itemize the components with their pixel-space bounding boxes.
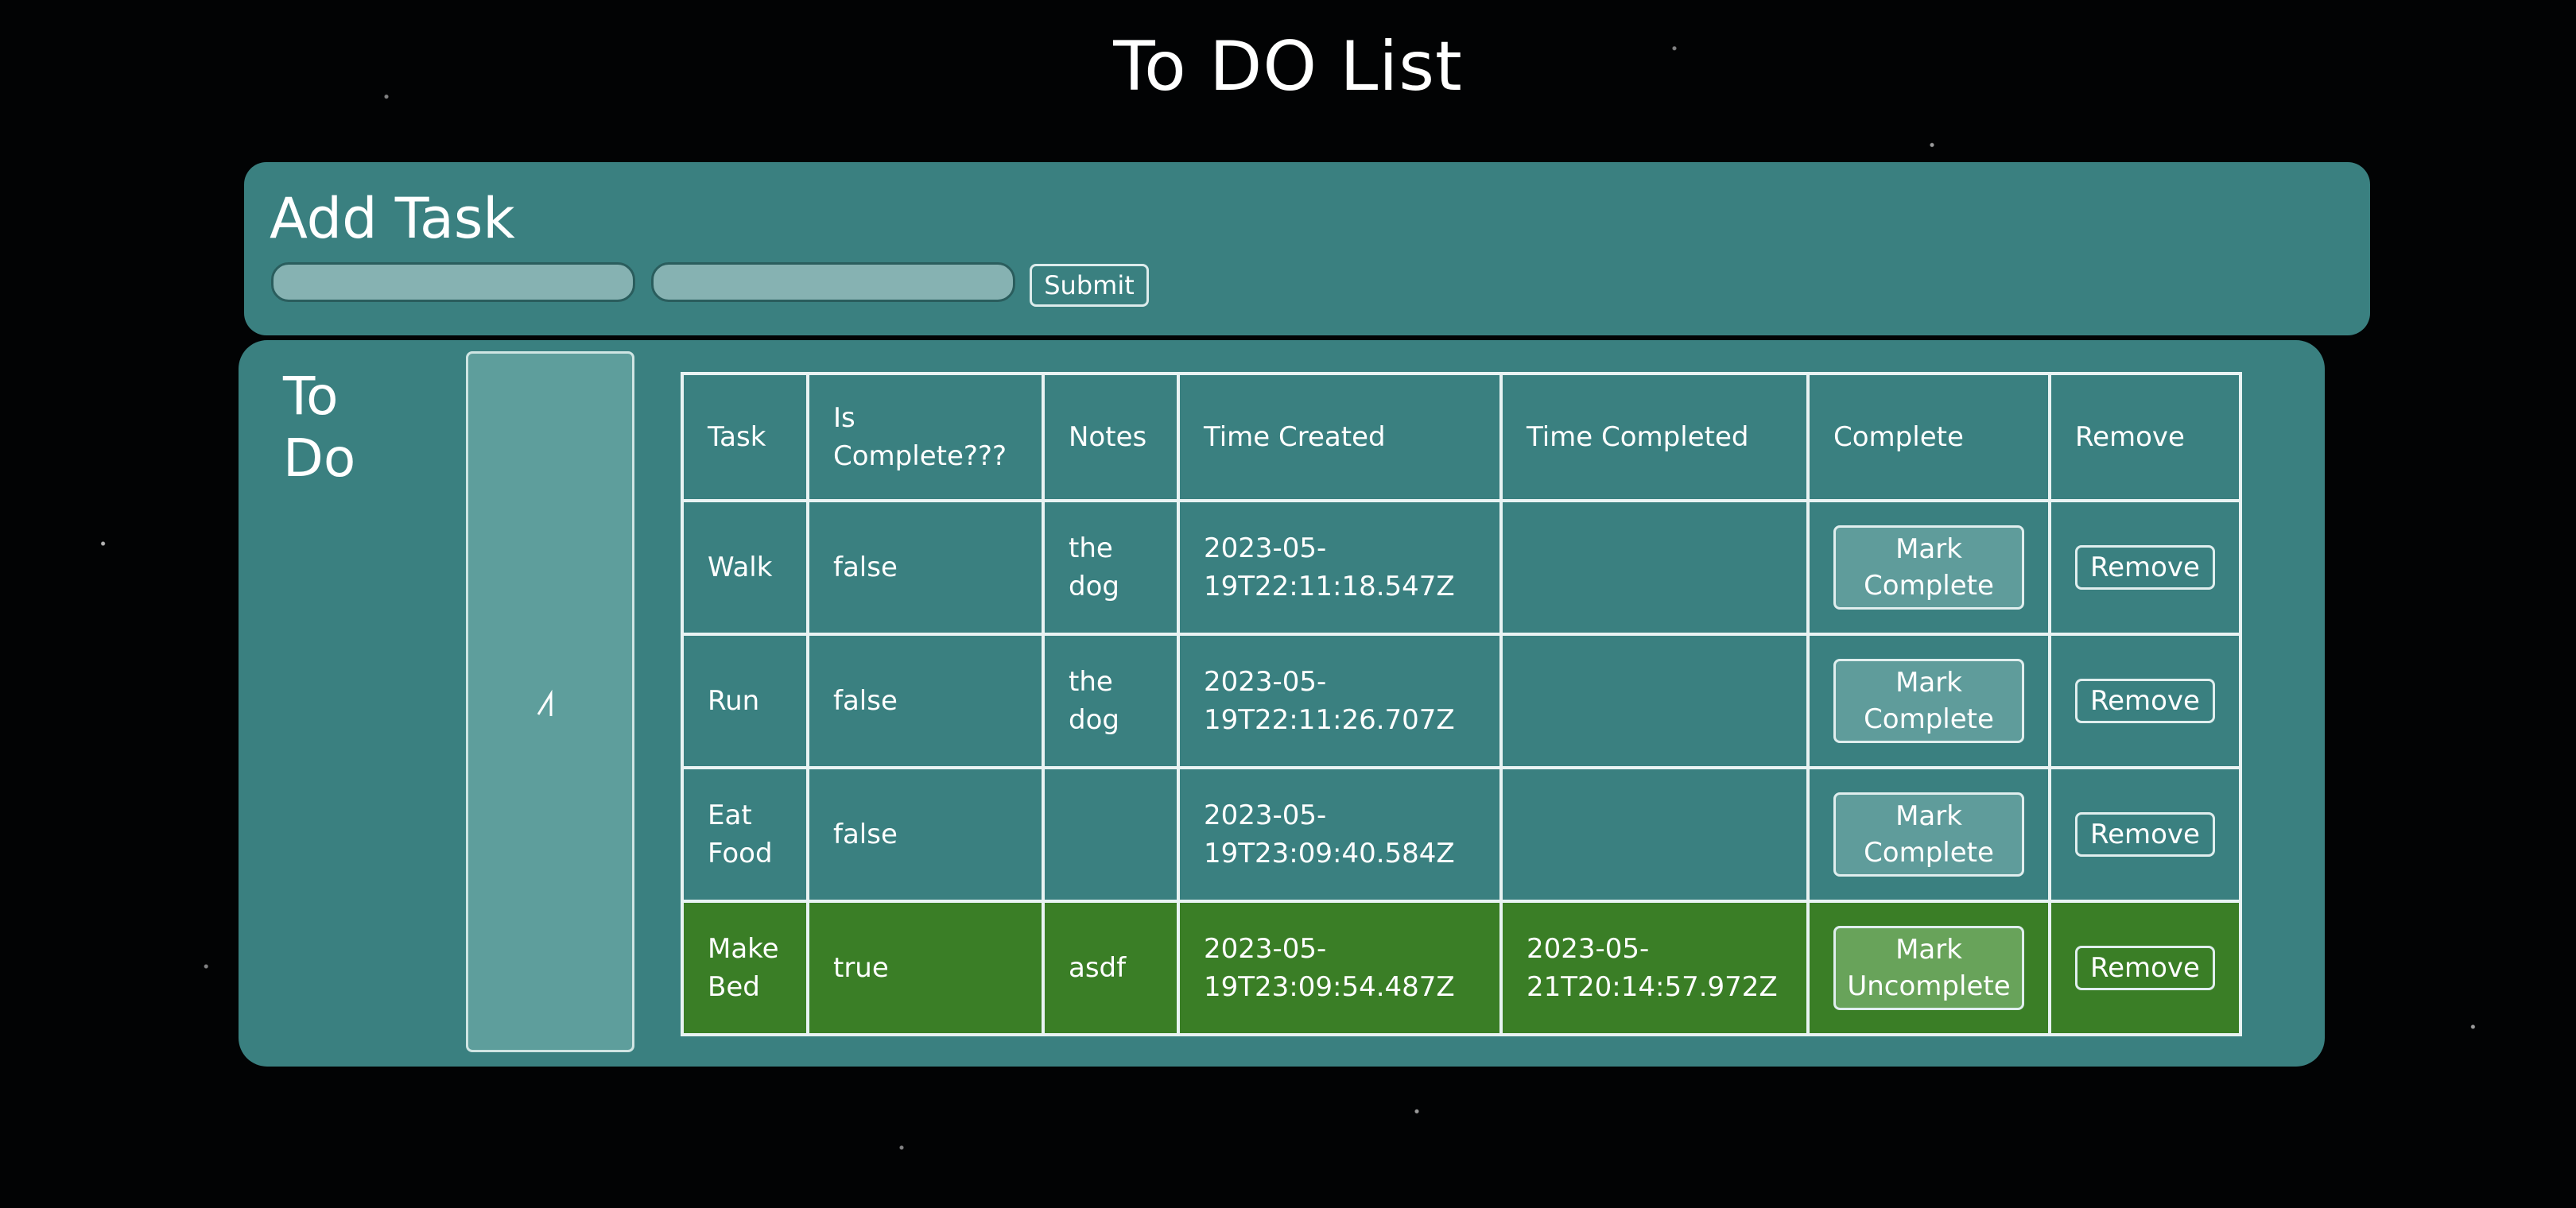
time-created-cell: 2023-05-19T22:11:26.707Z <box>1177 633 1503 769</box>
starfield-background: To DO List Add Task Submit To Do Task Is… <box>0 0 2576 1208</box>
time-completed-cell: 2023-05-21T20:14:57.972Z <box>1499 900 1810 1036</box>
sort-toggle-panel[interactable] <box>466 351 634 1052</box>
remove-button[interactable]: Remove <box>2075 812 2215 857</box>
notes-cell: the dog <box>1042 499 1180 636</box>
notes-cell: asdf <box>1042 900 1180 1036</box>
time-completed-cell <box>1499 633 1810 769</box>
todo-table: Task Is Complete??? Notes Time Created T… <box>681 372 2242 1036</box>
column-header-is-complete: Is Complete??? <box>806 372 1045 502</box>
mark-complete-button[interactable]: Mark Complete <box>1833 792 2024 877</box>
submit-button[interactable]: Submit <box>1030 264 1149 307</box>
task-cell: Make Bed <box>681 900 809 1036</box>
complete-action-cell: Mark Complete <box>1806 766 2051 903</box>
notes-cell: the dog <box>1042 633 1180 769</box>
column-header-complete: Complete <box>1806 372 2051 502</box>
complete-action-cell: Mark Complete <box>1806 499 2051 636</box>
time-completed-cell <box>1499 766 1810 903</box>
todo-heading: To Do <box>283 366 356 489</box>
remove-button[interactable]: Remove <box>2075 545 2215 590</box>
complete-action-cell: Mark Complete <box>1806 633 2051 769</box>
todo-panel: To Do Task Is Complete??? Notes Time Cre… <box>239 340 2325 1067</box>
mark-complete-button[interactable]: Mark Complete <box>1833 525 2024 610</box>
remove-action-cell: Remove <box>2048 499 2242 636</box>
is-complete-cell: false <box>806 499 1045 636</box>
task-cell: Eat Food <box>681 766 809 903</box>
column-header-remove: Remove <box>2048 372 2242 502</box>
table-header-row: Task Is Complete??? Notes Time Created T… <box>681 372 2242 502</box>
remove-button[interactable]: Remove <box>2075 679 2215 723</box>
notes-cell <box>1042 766 1180 903</box>
mark-complete-button[interactable]: Mark Complete <box>1833 659 2024 743</box>
remove-action-cell: Remove <box>2048 633 2242 769</box>
notes-input[interactable] <box>651 262 1015 302</box>
column-header-task: Task <box>681 372 809 502</box>
time-created-cell: 2023-05-19T22:11:18.547Z <box>1177 499 1503 636</box>
is-complete-cell: false <box>806 766 1045 903</box>
task-input[interactable] <box>271 262 635 302</box>
table-row: Run false the dog 2023-05-19T22:11:26.70… <box>681 633 2242 769</box>
remove-action-cell: Remove <box>2048 900 2242 1036</box>
remove-action-cell: Remove <box>2048 766 2242 903</box>
table-row-completed: Make Bed true asdf 2023-05-19T23:09:54.4… <box>681 900 2242 1036</box>
angle-caret-icon <box>537 689 553 716</box>
time-created-cell: 2023-05-19T23:09:54.487Z <box>1177 900 1503 1036</box>
time-completed-cell <box>1499 499 1810 636</box>
column-header-time-created: Time Created <box>1177 372 1503 502</box>
column-header-time-completed: Time Completed <box>1499 372 1810 502</box>
remove-button[interactable]: Remove <box>2075 946 2215 990</box>
is-complete-cell: true <box>806 900 1045 1036</box>
add-task-panel: Add Task Submit <box>244 162 2370 335</box>
task-cell: Walk <box>681 499 809 636</box>
add-task-heading: Add Task <box>270 186 515 251</box>
time-created-cell: 2023-05-19T23:09:40.584Z <box>1177 766 1503 903</box>
page-title: To DO List <box>1113 27 1463 106</box>
column-header-notes: Notes <box>1042 372 1180 502</box>
is-complete-cell: false <box>806 633 1045 769</box>
task-cell: Run <box>681 633 809 769</box>
table-row: Walk false the dog 2023-05-19T22:11:18.5… <box>681 499 2242 636</box>
mark-uncomplete-button[interactable]: Mark Uncomplete <box>1833 926 2024 1010</box>
table-row: Eat Food false 2023-05-19T23:09:40.584Z … <box>681 766 2242 903</box>
complete-action-cell: Mark Uncomplete <box>1806 900 2051 1036</box>
